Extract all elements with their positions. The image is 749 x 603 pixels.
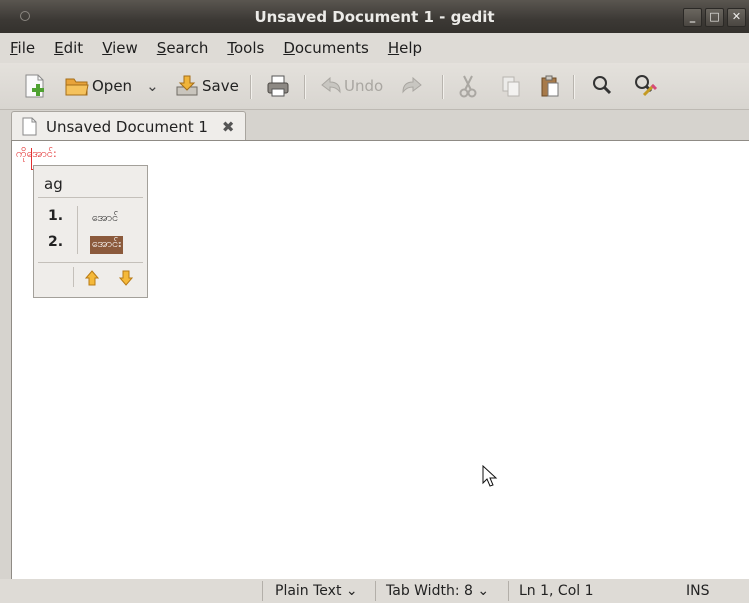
- menu-bar: File Edit View Search Tools Documents He…: [0, 33, 749, 63]
- candidate-text: အောင်း: [90, 236, 124, 254]
- candidate-number: 1.: [48, 208, 64, 224]
- candidate-number: 2.: [48, 234, 64, 250]
- menu-tools[interactable]: Tools: [217, 39, 273, 57]
- search-icon: [593, 76, 612, 95]
- menu-documents[interactable]: Documents: [273, 39, 378, 57]
- undo-label: Undo: [344, 77, 384, 95]
- toolbar-separator: [304, 75, 306, 99]
- cursor-position: Ln 1, Col 1: [519, 583, 594, 599]
- candidate-text: အောင်: [92, 211, 119, 224]
- document-icon: [22, 117, 37, 135]
- text-cursor: [31, 148, 32, 170]
- save-button[interactable]: Save: [174, 71, 239, 101]
- menu-help[interactable]: Help: [378, 39, 431, 57]
- divider: [73, 267, 74, 287]
- close-button[interactable]: ✕: [727, 8, 746, 27]
- tab-width-selector[interactable]: Tab Width: 8 ⌄: [386, 579, 489, 603]
- save-icon: [176, 75, 198, 96]
- window-title: Unsaved Document 1 - gedit: [254, 8, 495, 26]
- toolbar-separator: [442, 75, 444, 99]
- toolbar: Open ⌄ Save Undo: [0, 63, 749, 110]
- maximize-button[interactable]: □: [705, 8, 724, 27]
- document-tabs: Unsaved Document 1 ✖: [0, 110, 749, 141]
- open-label: Open: [92, 77, 133, 95]
- insert-mode: INS: [686, 583, 710, 599]
- menu-search[interactable]: Search: [147, 39, 218, 57]
- copy-icon: [502, 76, 520, 97]
- find-replace-icon: [635, 75, 658, 97]
- preedit-text: ကိုအောင်:: [16, 147, 57, 160]
- ime-candidate-selected[interactable]: 2. အောင်း: [34, 232, 147, 256]
- redo-button[interactable]: [399, 71, 425, 101]
- folder-icon: [65, 78, 89, 96]
- menu-file[interactable]: File: [0, 39, 44, 57]
- save-label: Save: [202, 77, 239, 95]
- new-document-button[interactable]: [22, 71, 48, 101]
- scissors-icon: [459, 75, 477, 98]
- paste-icon: [541, 75, 559, 97]
- ime-input-code: ag: [44, 175, 63, 193]
- language-selector[interactable]: Plain Text ⌄: [275, 579, 358, 603]
- toolbar-separator: [250, 75, 252, 99]
- replace-button[interactable]: [632, 71, 658, 101]
- ime-candidate[interactable]: 1. အောင်: [34, 206, 147, 230]
- open-button[interactable]: Open ⌄: [64, 71, 159, 101]
- paste-button[interactable]: [538, 71, 562, 101]
- menu-view[interactable]: View: [92, 39, 147, 57]
- chevron-down-icon[interactable]: ⌄: [146, 77, 159, 95]
- ime-candidate-window: ag 1. အောင် 2. အောင်း: [33, 165, 148, 298]
- editor-content: ကိုအောင်:: [16, 147, 71, 170]
- status-bar: Plain Text ⌄ Tab Width: 8 ⌄ Ln 1, Col 1 …: [0, 579, 749, 603]
- tab-label: Unsaved Document 1: [46, 117, 208, 136]
- copy-button[interactable]: [499, 71, 523, 101]
- find-button[interactable]: [590, 71, 614, 101]
- status-separator: [262, 581, 263, 601]
- title-bar[interactable]: Unsaved Document 1 - gedit _ □ ✕: [0, 0, 749, 33]
- status-separator: [508, 581, 509, 601]
- tab-unsaved-document-1[interactable]: Unsaved Document 1 ✖: [11, 111, 246, 141]
- undo-button[interactable]: Undo: [318, 71, 383, 101]
- redo-icon: [402, 76, 422, 94]
- cut-button[interactable]: [456, 71, 480, 101]
- close-tab-icon[interactable]: ✖: [222, 118, 235, 136]
- undo-icon: [321, 76, 341, 94]
- toolbar-separator: [573, 75, 575, 99]
- divider: [38, 262, 143, 263]
- new-document-icon: [25, 74, 44, 98]
- print-icon: [267, 75, 289, 97]
- print-button[interactable]: [265, 71, 291, 101]
- page-up-arrow-icon[interactable]: [85, 270, 99, 286]
- page-down-arrow-icon[interactable]: [119, 270, 133, 286]
- menu-edit[interactable]: Edit: [44, 39, 92, 57]
- divider: [38, 197, 143, 198]
- minimize-button[interactable]: _: [683, 8, 702, 27]
- mouse-pointer-icon: [482, 465, 498, 487]
- status-separator: [375, 581, 376, 601]
